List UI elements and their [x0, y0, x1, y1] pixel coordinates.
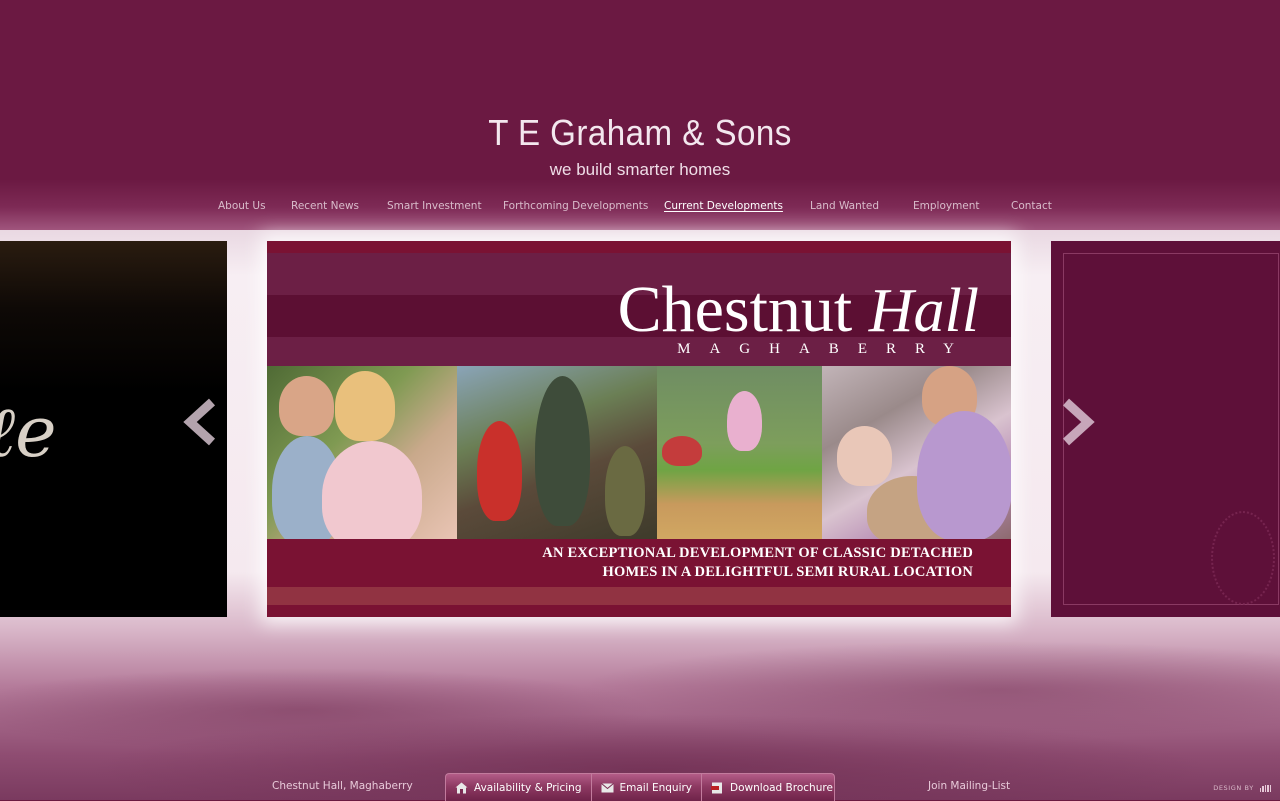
couple-photo: [267, 366, 457, 539]
next-slide-button[interactable]: [1058, 397, 1098, 447]
stripe: [267, 587, 1011, 605]
development-location: MAGHABERRY: [677, 341, 973, 357]
figure: [837, 426, 892, 486]
email-enquiry-button[interactable]: Email Enquiry: [592, 774, 703, 801]
garden-photo: [657, 366, 822, 539]
development-tagline-line1: AN EXCEPTIONAL DEVELOPMENT OF CLASSIC DE…: [542, 545, 973, 561]
main-nav: About Us Recent News Smart Investment Fo…: [0, 200, 1280, 218]
email-enquiry-label: Email Enquiry: [619, 781, 693, 794]
family-tree-photo: [457, 366, 657, 539]
figure: [727, 391, 762, 451]
join-mailing-list-link[interactable]: Join Mailing-List: [928, 780, 1010, 792]
stripe: [267, 241, 1011, 253]
brand-logo[interactable]: T E Graham & Sons: [51, 112, 1229, 154]
nav-item-land-wanted[interactable]: Land Wanted: [810, 200, 879, 212]
site-header: T E Graham & Sons we build smarter homes…: [0, 0, 1280, 230]
brand-tagline: we build smarter homes: [549, 160, 731, 179]
pdf-document-icon: [711, 782, 724, 794]
nav-item-forthcoming-developments[interactable]: Forthcoming Developments: [503, 200, 648, 212]
figure: [535, 376, 590, 526]
design-credit[interactable]: DESIGN BY: [1213, 784, 1272, 792]
decorative-ornament: [1211, 511, 1275, 605]
moving-day-photo: [822, 366, 1011, 539]
figure: [279, 376, 334, 436]
previous-slide-button[interactable]: [180, 397, 220, 447]
availability-pricing-button[interactable]: Availability & Pricing: [446, 774, 592, 801]
nav-item-contact[interactable]: Contact: [1011, 200, 1052, 212]
nav-item-about-us[interactable]: About Us: [218, 200, 266, 212]
development-tagline-line2: HOMES IN A DELIGHTFUL SEMI RURAL LOCATIO…: [602, 564, 973, 580]
decorative-script-image: ℓe: [0, 391, 57, 473]
development-title: Chestnut Hall: [618, 277, 979, 343]
chevron-left-icon: [183, 398, 216, 446]
current-slide[interactable]: Chestnut Hall MAGHABERRY AN EXCEPTIONAL …: [267, 241, 1011, 617]
figure: [662, 436, 702, 466]
nav-item-current-developments[interactable]: Current Developments: [664, 200, 783, 212]
nav-item-smart-investment[interactable]: Smart Investment: [387, 200, 482, 212]
development-toolbar: Availability & Pricing Email Enquiry Dow…: [445, 773, 835, 801]
development-name-label: Chestnut Hall, Maghaberry: [272, 780, 413, 792]
figure: [335, 371, 395, 441]
figure: [605, 446, 645, 536]
download-brochure-label: Download Brochure: [730, 781, 833, 794]
download-brochure-button[interactable]: Download Brochure: [702, 774, 842, 801]
availability-pricing-label: Availability & Pricing: [474, 781, 582, 794]
figure: [917, 411, 1011, 539]
photo-collage: [267, 366, 1011, 539]
figure: [477, 421, 522, 521]
nav-item-employment[interactable]: Employment: [913, 200, 980, 212]
stripe: [267, 605, 1011, 617]
chevron-right-icon: [1062, 398, 1095, 446]
envelope-icon: [600, 782, 614, 794]
house-icon: [455, 782, 468, 794]
development-title-main: Chestnut: [617, 273, 869, 346]
designer-logo-icon: [1259, 784, 1273, 792]
nav-item-recent-news[interactable]: Recent News: [291, 200, 359, 212]
figure: [322, 441, 422, 539]
design-credit-label: DESIGN BY: [1213, 784, 1254, 792]
development-title-italic: Hall: [868, 277, 979, 345]
